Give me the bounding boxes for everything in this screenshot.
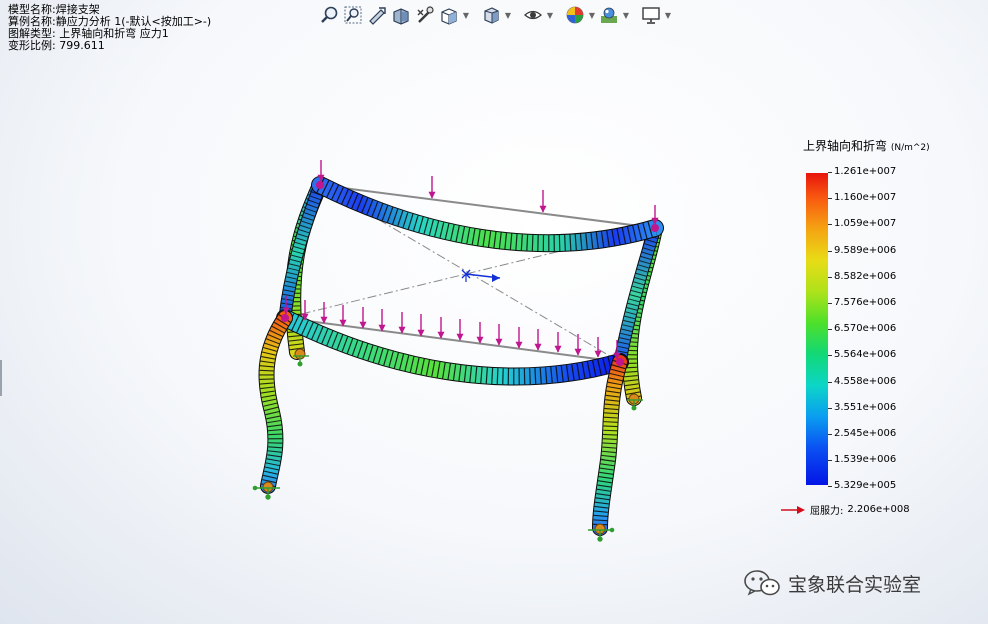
wechat-icon <box>744 570 780 596</box>
legend-label: 7.576e+006 <box>834 297 897 308</box>
legend-tick <box>828 172 832 173</box>
yield-value: 2.206e+008 <box>847 504 910 515</box>
legend-label: 4.558e+006 <box>834 375 897 387</box>
legend-tick <box>828 276 832 278</box>
legend-label: 3.551e+006 <box>834 401 897 413</box>
legend-tick <box>828 224 832 226</box>
watermark-text: 宝象联合实验室 <box>788 573 922 596</box>
stress-plot-viewport[interactable] <box>0 0 988 624</box>
legend-color-bar <box>806 173 828 485</box>
legend-label: 1.059e+007 <box>834 218 897 230</box>
watermark: 宝象联合实验室 <box>742 568 921 598</box>
fixture-symbols <box>252 355 643 542</box>
legend-tick <box>828 198 832 200</box>
legend-tick <box>828 329 832 331</box>
legend-label: 5.329e+005 <box>834 480 897 492</box>
legend-label: 9.589e+006 <box>834 244 897 256</box>
legend-tick <box>828 434 832 435</box>
legend-tick <box>828 250 832 252</box>
legend-tick <box>828 355 832 357</box>
legend-title: 上界轴向和折弯 (N/m^2) <box>803 137 930 154</box>
yield-label: 屈服力: <box>810 506 844 517</box>
legend-label: 1.261e+007 <box>834 166 897 177</box>
front-left-leg <box>258 310 293 494</box>
legend-label: 1.539e+006 <box>834 454 897 466</box>
legend-title-text: 上界轴向和折弯 <box>803 139 888 153</box>
legend-unit: (N/m^2) <box>890 143 930 153</box>
rear-top-beam <box>311 176 664 253</box>
legend-label: 5.564e+006 <box>834 349 897 361</box>
legend-tick <box>828 407 832 409</box>
legend-label: 1.160e+007 <box>834 192 897 204</box>
front-beam <box>276 309 629 386</box>
front-right-leg <box>592 354 628 536</box>
legend-tick <box>828 486 832 488</box>
yield-strength-indicator: 屈服力: 2.206e+008 <box>780 502 910 517</box>
legend-tick <box>828 460 832 462</box>
legend-label: 2.545e+006 <box>834 428 897 439</box>
legend-tick <box>828 303 832 304</box>
legend-label: 8.582e+006 <box>834 270 897 282</box>
legend-label: 6.570e+006 <box>834 323 897 335</box>
legend-tick <box>828 381 832 383</box>
yield-arrow-icon <box>781 505 805 514</box>
